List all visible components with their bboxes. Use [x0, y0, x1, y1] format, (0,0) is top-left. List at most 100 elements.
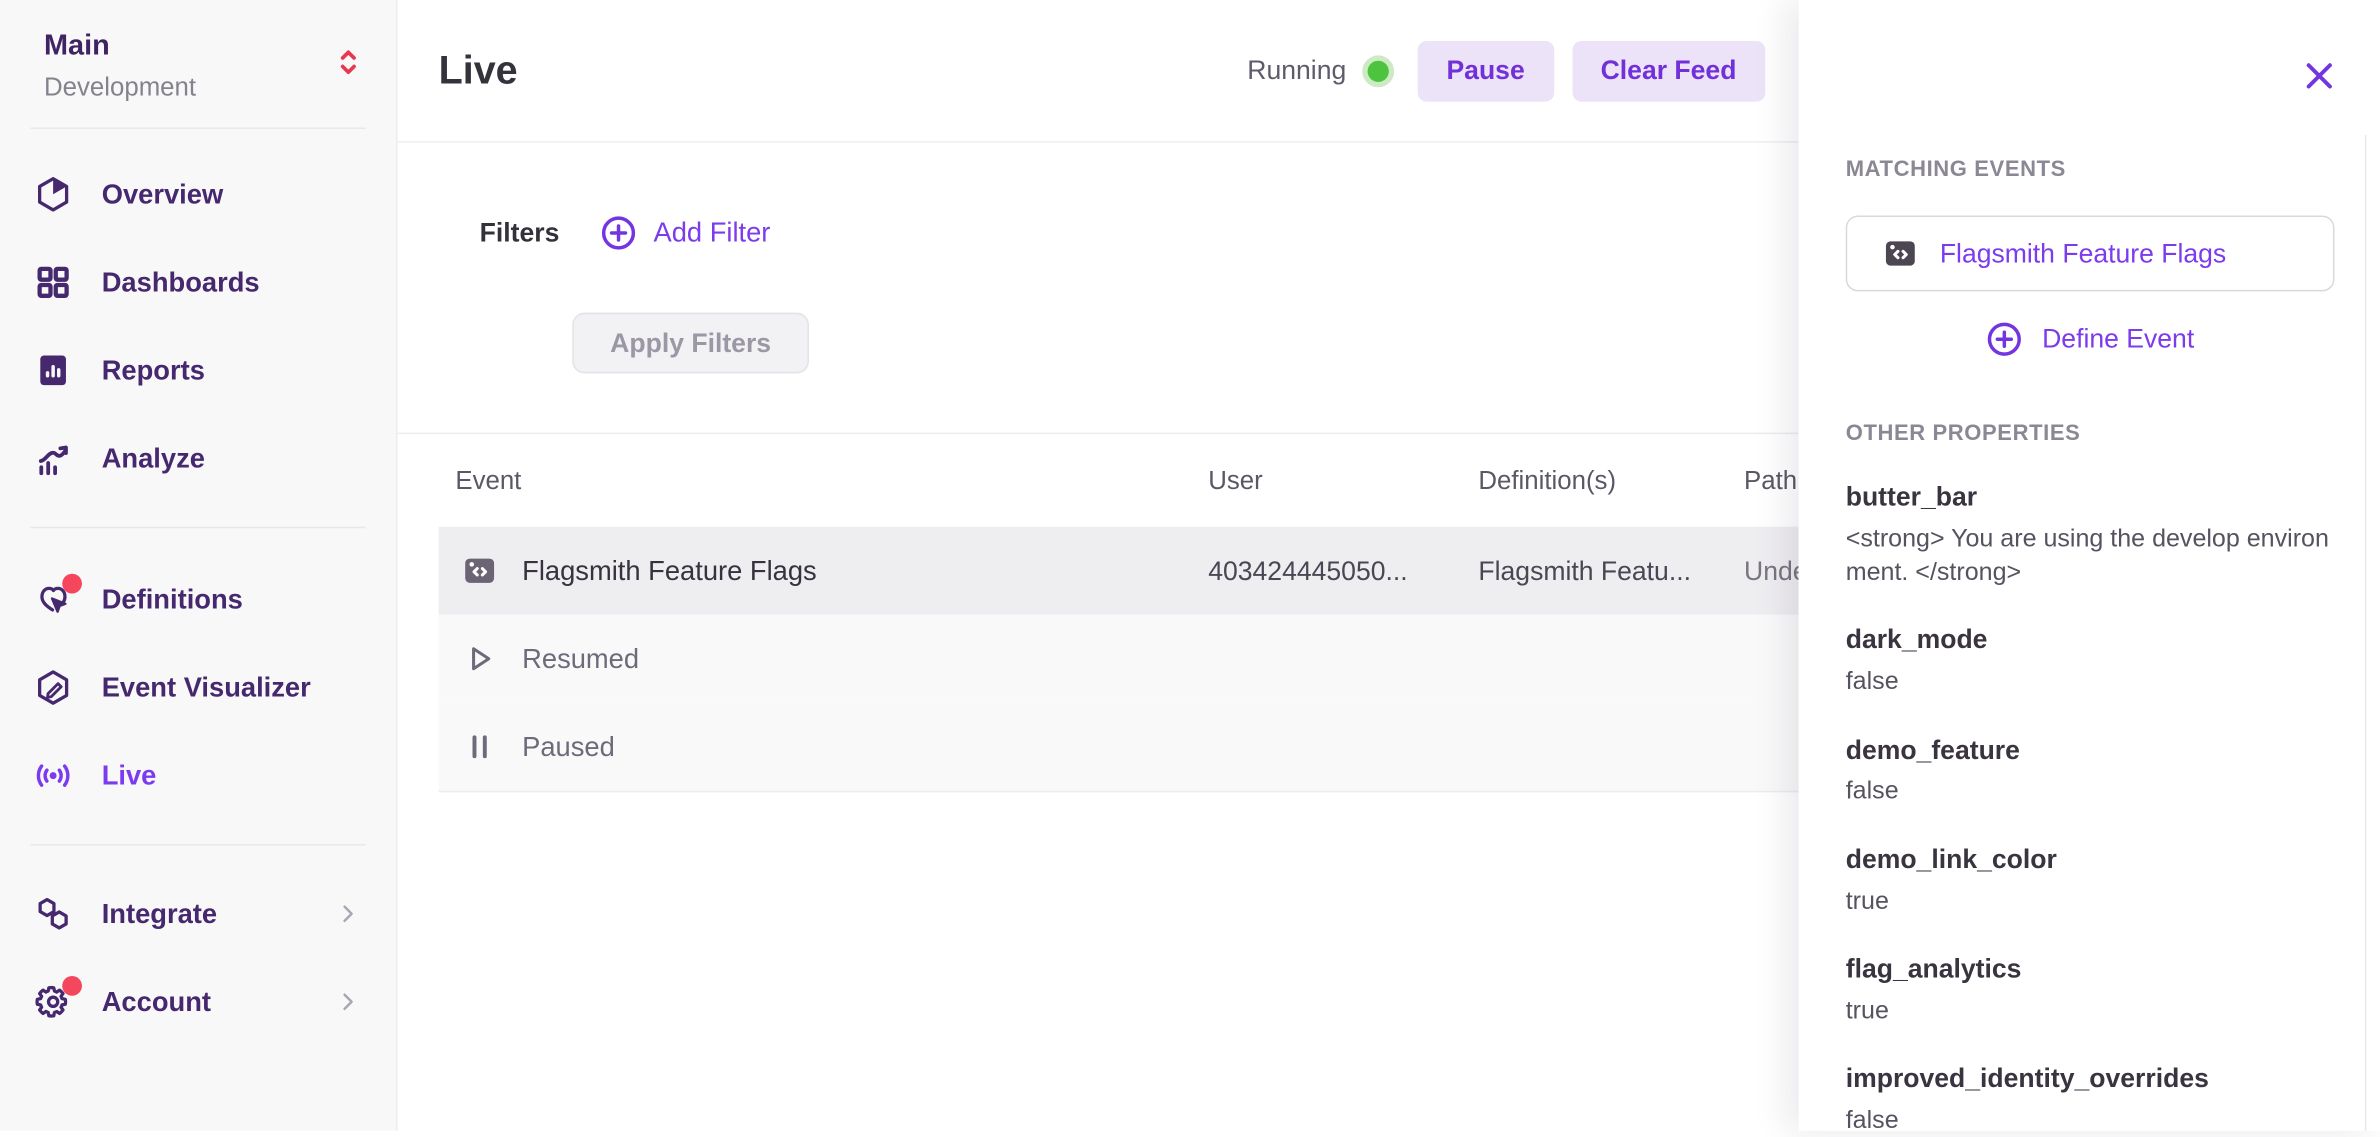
event-details-panel: MATCHING EVENTS Flagsmith Feature Flags … — [1799, 0, 2380, 1131]
plus-circle-icon — [1986, 320, 2024, 358]
sidebar-item-definitions[interactable]: Definitions — [0, 556, 396, 644]
clear-feed-button[interactable]: Clear Feed — [1572, 40, 1766, 101]
define-event-button[interactable]: Define Event — [1846, 320, 2335, 358]
workspace-switcher-icon[interactable] — [337, 46, 360, 79]
property-value: false — [1846, 1103, 2335, 1137]
account-notification-badge — [62, 976, 82, 996]
sidebar-item-label: Reports — [102, 355, 205, 387]
property-name: dark_mode — [1846, 624, 2335, 657]
chevron-right-icon — [335, 902, 359, 926]
pause-button[interactable]: Pause — [1418, 40, 1554, 101]
add-filter-button[interactable]: Add Filter — [599, 214, 771, 252]
feed-row-flagsmith[interactable]: Flagsmith Feature Flags 403424445050... … — [439, 527, 1799, 615]
account-gear-icon — [33, 982, 72, 1021]
dashboards-icon — [33, 263, 72, 302]
filters-label: Filters — [480, 217, 560, 249]
pause-icon — [463, 730, 496, 763]
properties-list: butter_bar <strong> You are using the de… — [1846, 481, 2335, 1137]
close-icon[interactable] — [2301, 58, 2337, 94]
feed-table: Event User Definition(s) Path Flagsmith … — [439, 434, 1799, 792]
sidebar-item-label: Event Visualizer — [102, 672, 311, 704]
matching-event-label: Flagsmith Feature Flags — [1940, 238, 2226, 270]
sidebar-item-integrate[interactable]: Integrate — [0, 870, 396, 958]
sidebar-item-label: Dashboards — [102, 267, 260, 299]
define-event-label: Define Event — [2042, 323, 2194, 355]
apply-filters-button[interactable]: Apply Filters — [572, 313, 809, 374]
column-header-definitions: Definition(s) — [1478, 465, 1744, 495]
workspace-selector[interactable]: Main Development — [0, 0, 396, 103]
property-value: true — [1846, 884, 2335, 918]
property-item: demo_link_color true — [1846, 843, 2335, 918]
status-running-dot — [1368, 60, 1389, 81]
event-definitions: Flagsmith Featu... — [1478, 555, 1744, 587]
event-name: Resumed — [522, 643, 639, 675]
add-filter-label: Add Filter — [653, 217, 770, 249]
page-title: Live — [439, 47, 518, 94]
app-root: Main Development Overview Dashboards — [0, 0, 2380, 1131]
status-label: Running — [1247, 55, 1346, 87]
column-header-user: User — [1208, 465, 1478, 495]
matching-event-card[interactable]: Flagsmith Feature Flags — [1846, 216, 2335, 292]
reports-icon — [33, 351, 72, 390]
sidebar-item-account[interactable]: Account — [0, 958, 396, 1046]
custom-event-icon — [463, 554, 496, 587]
main-content: Live Running Pause Clear Feed Filters Ad… — [398, 0, 1799, 1131]
property-item: improved_identity_overrides false — [1846, 1062, 2335, 1137]
property-item: demo_feature false — [1846, 734, 2335, 809]
sidebar-item-label: Analyze — [102, 443, 205, 475]
property-name: improved_identity_overrides — [1846, 1062, 2335, 1095]
property-value: false — [1846, 775, 2335, 809]
sidebar-item-label: Integrate — [102, 898, 217, 930]
property-name: demo_feature — [1846, 734, 2335, 767]
feed-row-paused[interactable]: Paused — [439, 703, 1799, 793]
sidebar-item-overview[interactable]: Overview — [0, 151, 396, 239]
live-feed: Event User Definition(s) Path Flagsmith … — [398, 433, 1799, 793]
header-controls: Running Pause Clear Feed — [1247, 40, 1765, 101]
sidebar-item-live[interactable]: Live — [0, 732, 396, 820]
feed-column-headers: Event User Definition(s) Path — [439, 434, 1799, 527]
workspace-environment: Development — [44, 73, 366, 104]
property-item: butter_bar <strong> You are using the de… — [1846, 481, 2335, 589]
property-item: flag_analytics true — [1846, 953, 2335, 1028]
sidebar-item-analyze[interactable]: Analyze — [0, 415, 396, 503]
panel-content: MATCHING EVENTS Flagsmith Feature Flags … — [1799, 0, 2380, 1137]
definitions-notification-badge — [62, 574, 82, 594]
sidebar-nav-primary: Overview Dashboards Reports Analyze — [0, 129, 396, 502]
filters-section: Filters Add Filter Apply Filters — [398, 143, 1799, 374]
sidebar-item-event-visualizer[interactable]: Event Visualizer — [0, 644, 396, 732]
chevron-right-icon — [335, 990, 359, 1014]
other-properties-title: OTHER PROPERTIES — [1846, 422, 2335, 446]
sidebar: Main Development Overview Dashboards — [0, 0, 398, 1131]
property-name: demo_link_color — [1846, 843, 2335, 876]
sidebar-item-dashboards[interactable]: Dashboards — [0, 239, 396, 327]
sidebar-item-reports[interactable]: Reports — [0, 327, 396, 415]
play-icon — [463, 642, 496, 675]
property-value: <strong> You are using the develop envir… — [1846, 522, 2335, 590]
definitions-icon — [33, 580, 72, 619]
sidebar-nav-definitions: Definitions Event Visualizer Live — [0, 528, 396, 819]
column-header-path: Path — [1744, 465, 1799, 495]
page-header: Live Running Pause Clear Feed — [398, 0, 1799, 143]
panel-scrollbar[interactable] — [2365, 135, 2367, 1131]
custom-event-icon — [1884, 237, 1917, 270]
sidebar-nav-secondary: Integrate Account — [0, 846, 396, 1046]
event-name: Paused — [522, 731, 615, 763]
sidebar-item-label: Definitions — [102, 584, 243, 616]
column-header-event: Event — [439, 465, 1209, 495]
property-item: dark_mode false — [1846, 624, 2335, 699]
event-visualizer-icon — [33, 668, 72, 707]
sidebar-item-label: Overview — [102, 179, 224, 211]
overview-icon — [33, 175, 72, 214]
filters-row: Filters Add Filter — [439, 214, 1799, 252]
property-name: butter_bar — [1846, 481, 2335, 514]
property-value: false — [1846, 665, 2335, 699]
sidebar-item-label: Account — [102, 986, 211, 1018]
live-icon — [33, 756, 72, 795]
feed-row-resumed[interactable]: Resumed — [439, 615, 1799, 703]
event-path: Unde — [1744, 555, 1799, 587]
property-name: flag_analytics — [1846, 953, 2335, 986]
workspace-name: Main — [44, 30, 366, 65]
matching-events-title: MATCHING EVENTS — [1846, 158, 2335, 182]
analyze-icon — [33, 439, 72, 478]
property-value: true — [1846, 994, 2335, 1028]
